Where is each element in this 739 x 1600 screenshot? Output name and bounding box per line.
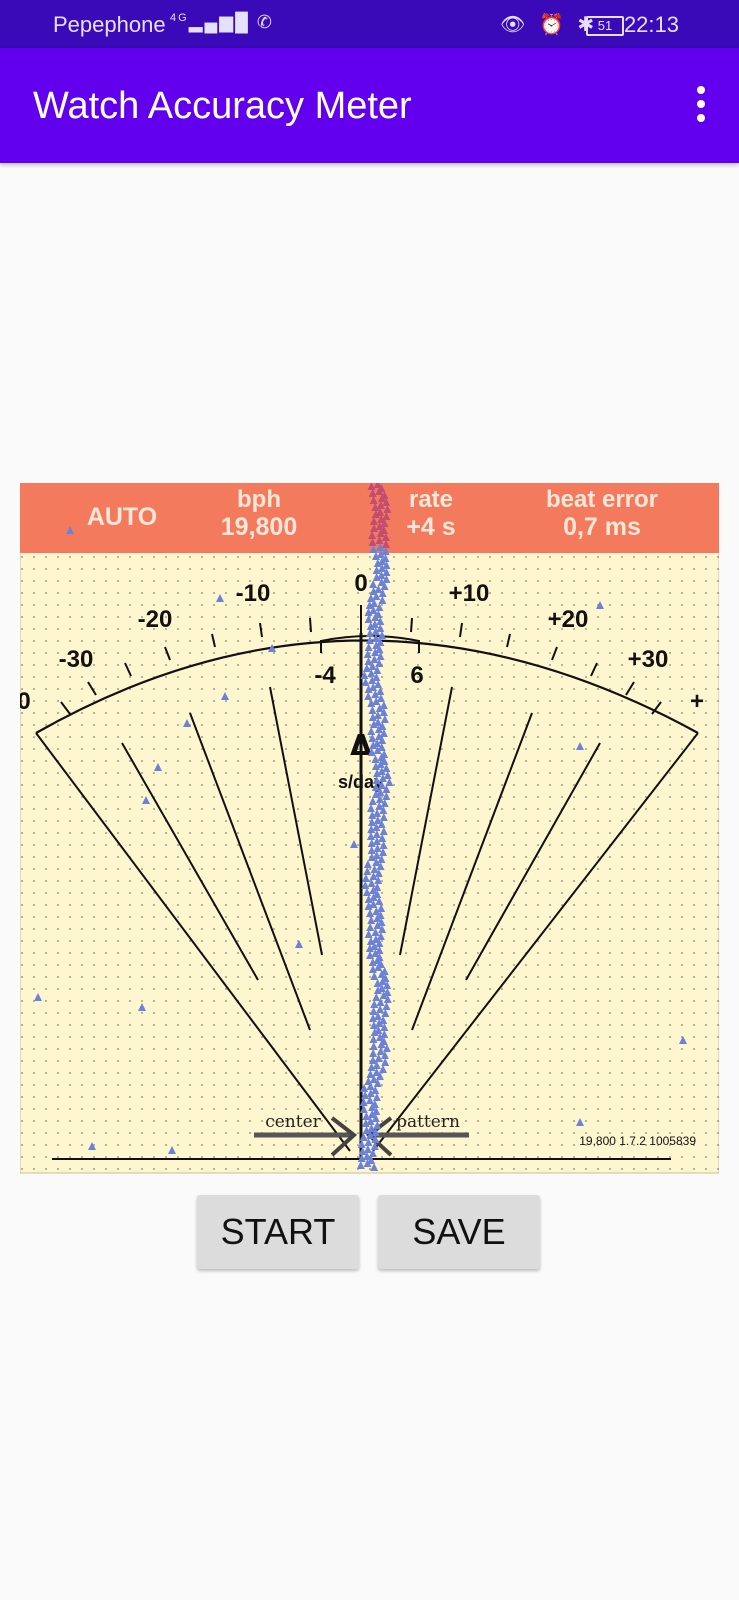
status-bar: Pepephone 4G▂▄▆█ ✆ 👁 ⏰ ✱ 51 22:13 [0, 0, 739, 48]
center-label: center [265, 1112, 321, 1132]
rate-label: rate [409, 486, 453, 513]
mode-label: AUTO [87, 503, 157, 531]
beat-error-label: beat error [546, 486, 658, 513]
scale-label: 0 [354, 570, 367, 597]
clock: 22:13 [623, 12, 679, 37]
meter-graphic: AUTO bph 19,800 rate +4 s beat error 0,7… [20, 483, 719, 1174]
scale-label: 0 [20, 688, 31, 715]
carrier-name: Pepephone [53, 12, 166, 37]
signal-icon: 4G▂▄▆█ ✆ [170, 12, 274, 32]
scale-label: -30 [59, 646, 94, 673]
pattern-label: pattern [396, 1112, 460, 1132]
scale-label: +10 [449, 580, 490, 607]
bph-value: 19,800 [221, 513, 297, 541]
scale-label: + [690, 688, 704, 715]
inner-range-min: -4 [314, 662, 336, 689]
scale-label: -20 [138, 606, 173, 633]
accuracy-meter: AUTO bph 19,800 rate +4 s beat error 0,7… [20, 483, 719, 1183]
start-button[interactable]: START [197, 1195, 359, 1269]
rate-value: +4 s [406, 513, 455, 541]
app-bar: Watch Accuracy Meter [0, 48, 739, 163]
scale-label: +20 [548, 606, 589, 633]
network-type: 4G [170, 12, 189, 24]
footer-info: 19,800 1.7.2 1005839 [579, 1134, 696, 1148]
button-row: START SAVE [0, 1195, 739, 1275]
overflow-menu-icon[interactable] [691, 86, 711, 126]
bph-label: bph [237, 486, 281, 513]
battery-icon: 51 [586, 16, 624, 36]
status-indicator-icons: 👁 ⏰ ✱ [500, 14, 599, 36]
app-title: Watch Accuracy Meter [33, 85, 412, 127]
beat-error-value: 0,7 ms [563, 513, 641, 541]
scale-label: -10 [236, 580, 271, 607]
inner-range-max: 6 [410, 662, 423, 689]
save-button[interactable]: SAVE [378, 1195, 540, 1269]
scale-label: +30 [628, 646, 669, 673]
